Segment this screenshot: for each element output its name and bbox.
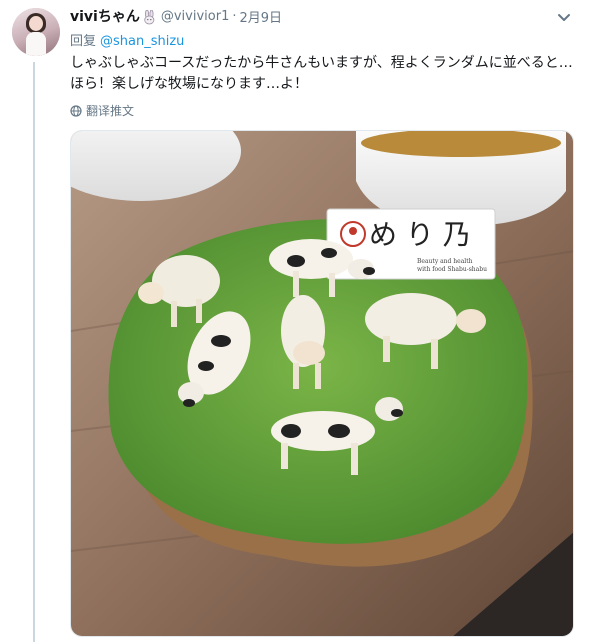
reply-prefix: 回复 <box>70 34 97 49</box>
avatar[interactable] <box>12 8 60 56</box>
tweet-text-line: しゃぶしゃぶコースだったから牛さんもいますが、程よくランダムに並べると… <box>70 55 573 71</box>
tweet-text: しゃぶしゃぶコースだったから牛さんもいますが、程よくランダムに並べると… ほら！… <box>70 53 575 95</box>
reply-to-handle[interactable]: @shan_shizu <box>100 34 184 49</box>
tweet-text-line: ほら！楽しげな牧場になります…よ！ <box>70 76 308 92</box>
farm-diorama-photo: め り 乃 Beauty and health with food Shabu-… <box>71 131 573 636</box>
translate-tweet-link[interactable]: 翻译推文 <box>70 102 134 119</box>
tweet-header: viviちゃん @vivivior1 · 2月9日 <box>70 6 282 26</box>
sign-subtitle-1: Beauty and health <box>417 258 473 265</box>
sign-title: め り 乃 <box>369 218 471 251</box>
thread-line <box>33 62 35 642</box>
user-handle[interactable]: @vivivior1 <box>161 9 230 24</box>
display-name[interactable]: viviちゃん <box>70 6 140 26</box>
rabbit-icon <box>142 9 157 25</box>
globe-icon <box>70 104 82 117</box>
separator-dot: · <box>232 8 237 24</box>
reply-context: 回复 @shan_shizu <box>70 30 184 49</box>
tweet-photo[interactable]: め り 乃 Beauty and health with food Shabu-… <box>70 130 574 637</box>
sign-subtitle-2: with food Shabu-shabu <box>417 266 487 273</box>
tweet-date[interactable]: 2月9日 <box>240 7 283 26</box>
chevron-down-icon[interactable] <box>555 8 573 26</box>
translate-label: 翻译推文 <box>86 104 135 118</box>
